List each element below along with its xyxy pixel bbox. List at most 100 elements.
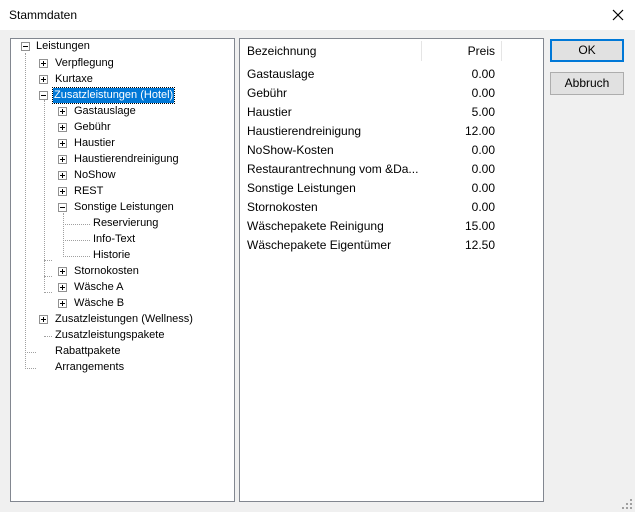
tree-node-arrangements[interactable]: Arrangements	[11, 360, 234, 375]
grid-row[interactable]: NoShow-Kosten 0.00	[240, 141, 543, 160]
expand-icon[interactable]	[39, 315, 48, 324]
tree-node-haustierendreinigung[interactable]: Haustierendreinigung	[11, 152, 234, 167]
expand-icon[interactable]	[58, 283, 67, 292]
column-header-bezeichnung[interactable]: Bezeichnung	[247, 39, 316, 63]
ok-button[interactable]: OK	[550, 39, 624, 62]
tree-label: Stornokosten	[74, 265, 139, 277]
grid-row[interactable]: Haustierendreinigung 12.00	[240, 122, 543, 141]
tree-label: Haustierendreinigung	[74, 153, 179, 165]
tree-label: Historie	[93, 249, 131, 261]
resize-grip-icon[interactable]	[622, 499, 633, 510]
tree-label: Info-Text	[93, 233, 136, 245]
price-grid[interactable]: Bezeichnung Preis Gastauslage 0.00 Gebüh…	[239, 38, 544, 502]
grid-row[interactable]: Wäschepakete Reinigung 15.00	[240, 217, 543, 236]
expand-icon[interactable]	[58, 299, 67, 308]
row-price: 0.00	[471, 67, 495, 81]
tree-node-verpflegung[interactable]: Verpflegung	[11, 56, 234, 71]
row-price: 5.00	[471, 105, 495, 119]
tree-node-noshow[interactable]: NoShow	[11, 168, 234, 183]
row-price: 0.00	[471, 181, 495, 195]
close-icon	[612, 9, 624, 21]
expand-icon[interactable]	[58, 107, 67, 116]
tree-node-sonstige-leistungen[interactable]: Sonstige Leistungen	[11, 200, 234, 215]
tree-label: Reservierung	[93, 217, 159, 229]
expand-icon[interactable]	[58, 139, 67, 148]
tree-label: Zusatzleistungen (Wellness)	[55, 313, 193, 325]
expand-icon[interactable]	[58, 123, 67, 132]
expand-icon[interactable]	[58, 171, 67, 180]
row-price: 12.50	[464, 238, 495, 252]
column-divider[interactable]	[421, 41, 422, 61]
tree-node-waesche-b[interactable]: Wäsche B	[11, 296, 234, 311]
tree-label: Rabattpakete	[55, 345, 121, 357]
tree-label: Sonstige Leistungen	[74, 201, 174, 213]
tree-node-gebuehr[interactable]: Gebühr	[11, 120, 234, 135]
grid-row[interactable]: Sonstige Leistungen 0.00	[240, 179, 543, 198]
tree-label: Zusatzleistungspakete	[55, 329, 165, 341]
tree-label: Gastauslage	[74, 105, 136, 117]
row-name: NoShow-Kosten	[247, 143, 334, 157]
column-header-preis[interactable]: Preis	[440, 39, 495, 63]
tree-node-info-text[interactable]: Info-Text	[11, 232, 234, 247]
row-name: Restaurantrechnung vom &Da...	[247, 162, 419, 176]
collapse-icon[interactable]	[58, 203, 67, 212]
tree-node-leistungen[interactable]: Leistungen	[11, 39, 234, 54]
close-button[interactable]	[601, 0, 635, 30]
row-name: Wäschepakete Reinigung	[247, 219, 384, 233]
tree-label: Kurtaxe	[55, 73, 93, 85]
tree-node-zusatzleistungspakete[interactable]: Zusatzleistungspakete	[11, 328, 234, 343]
row-price: 0.00	[471, 86, 495, 100]
tree-label: NoShow	[74, 169, 116, 181]
tree-label-selected: Zusatzleistungen (Hotel)	[51, 87, 176, 104]
tree-label: Verpflegung	[55, 57, 114, 69]
row-price: 0.00	[471, 200, 495, 214]
tree-node-reservierung[interactable]: Reservierung	[11, 216, 234, 231]
row-price: 12.00	[464, 124, 495, 138]
tree-node-waesche-a[interactable]: Wäsche A	[11, 280, 234, 295]
row-name: Haustierendreinigung	[247, 124, 362, 138]
grid-row[interactable]: Haustier 5.00	[240, 103, 543, 122]
collapse-icon[interactable]	[39, 91, 48, 100]
column-divider[interactable]	[501, 41, 502, 61]
grid-row[interactable]: Restaurantrechnung vom &Da... 0.00	[240, 160, 543, 179]
tree-label: REST	[74, 185, 104, 197]
row-price: 0.00	[471, 143, 495, 157]
collapse-icon[interactable]	[21, 42, 30, 51]
grid-row[interactable]: Gebühr 0.00	[240, 84, 543, 103]
tree-node-rest[interactable]: REST	[11, 184, 234, 199]
tree-node-rabattpakete[interactable]: Rabattpakete	[11, 344, 234, 359]
tree-node-kurtaxe[interactable]: Kurtaxe	[11, 72, 234, 87]
tree-node-gastauslage[interactable]: Gastauslage	[11, 104, 234, 119]
grid-row[interactable]: Stornokosten 0.00	[240, 198, 543, 217]
tree-label: Wäsche B	[74, 297, 125, 309]
grid-row[interactable]: Gastauslage 0.00	[240, 65, 543, 84]
tree-node-haustier[interactable]: Haustier	[11, 136, 234, 151]
tree-label: Haustier	[74, 137, 115, 149]
tree-node-zusatzleistungen-hotel[interactable]: Zusatzleistungen (Hotel)	[11, 87, 234, 104]
row-price: 15.00	[464, 219, 495, 233]
grid-row[interactable]: Wäschepakete Eigentümer 12.50	[240, 236, 543, 255]
tree-node-historie[interactable]: Historie	[11, 248, 234, 263]
tree-node-zusatzleistungen-wellness[interactable]: Zusatzleistungen (Wellness)	[11, 312, 234, 327]
window-title: Stammdaten	[9, 8, 78, 22]
row-name: Stornokosten	[247, 200, 318, 214]
tree-label: Arrangements	[55, 361, 125, 373]
cancel-button[interactable]: Abbruch	[550, 72, 624, 95]
tree-label: Gebühr	[74, 121, 111, 133]
title-bar: Stammdaten	[0, 0, 635, 31]
expand-icon[interactable]	[39, 75, 48, 84]
row-name: Gastauslage	[247, 67, 315, 81]
expand-icon[interactable]	[39, 59, 48, 68]
tree-label: Wäsche A	[74, 281, 124, 293]
expand-icon[interactable]	[58, 267, 67, 276]
row-price: 0.00	[471, 162, 495, 176]
category-tree[interactable]: Leistungen Verpflegung Kurtaxe Zusatzlei…	[10, 38, 235, 502]
tree-node-stornokosten[interactable]: Stornokosten	[11, 264, 234, 279]
expand-icon[interactable]	[58, 155, 67, 164]
row-name: Gebühr	[247, 86, 288, 100]
row-name: Haustier	[247, 105, 292, 119]
tree-label: Leistungen	[36, 40, 90, 52]
row-name: Wäschepakete Eigentümer	[247, 238, 392, 252]
expand-icon[interactable]	[58, 187, 67, 196]
row-name: Sonstige Leistungen	[247, 181, 356, 195]
